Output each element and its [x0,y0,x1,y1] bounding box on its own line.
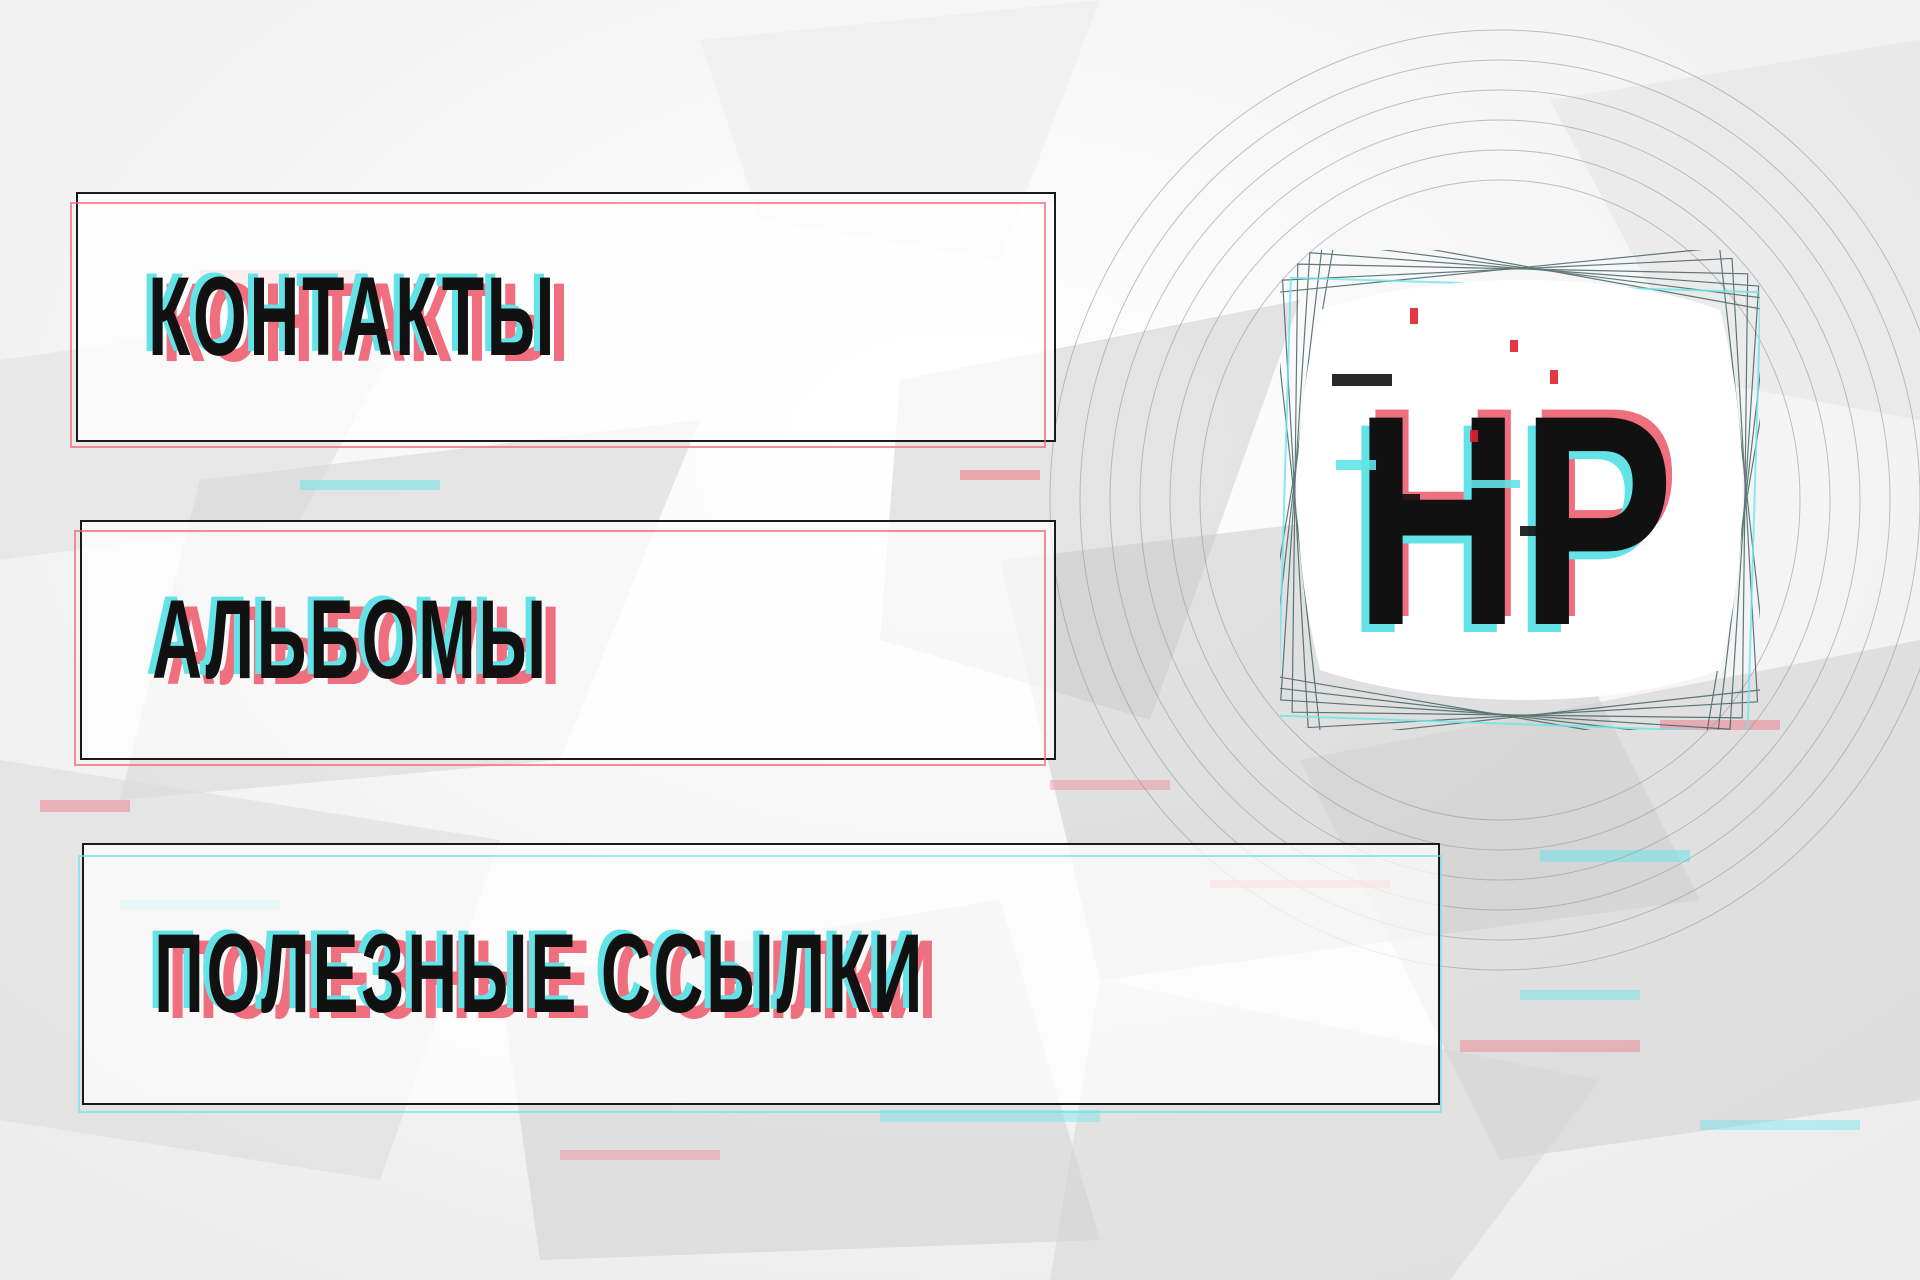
menu-item-useful-links-label: ПОЛЕЗНЫЕ ССЫЛКИ [154,911,925,1036]
menu-item-contacts[interactable]: КОНТАКТЫ КОНТАКТЫ КОНТАКТЫ [70,192,1056,448]
hp-logo: HP HP HP [1259,231,1780,751]
menu-item-albums[interactable]: АЛЬБОМЫ АЛЬБОМЫ АЛЬБОМЫ [74,520,1056,766]
logo-text: HP [1354,352,1674,688]
menu-item-contacts-label: КОНТАКТЫ [148,254,558,379]
menu-item-useful-links[interactable]: ПОЛЕЗНЫЕ ССЫЛКИ ПОЛЕЗНЫЕ ССЫЛКИ ПОЛЕЗНЫЕ… [78,843,1442,1113]
menu-item-albums-label: АЛЬБОМЫ [152,577,549,702]
